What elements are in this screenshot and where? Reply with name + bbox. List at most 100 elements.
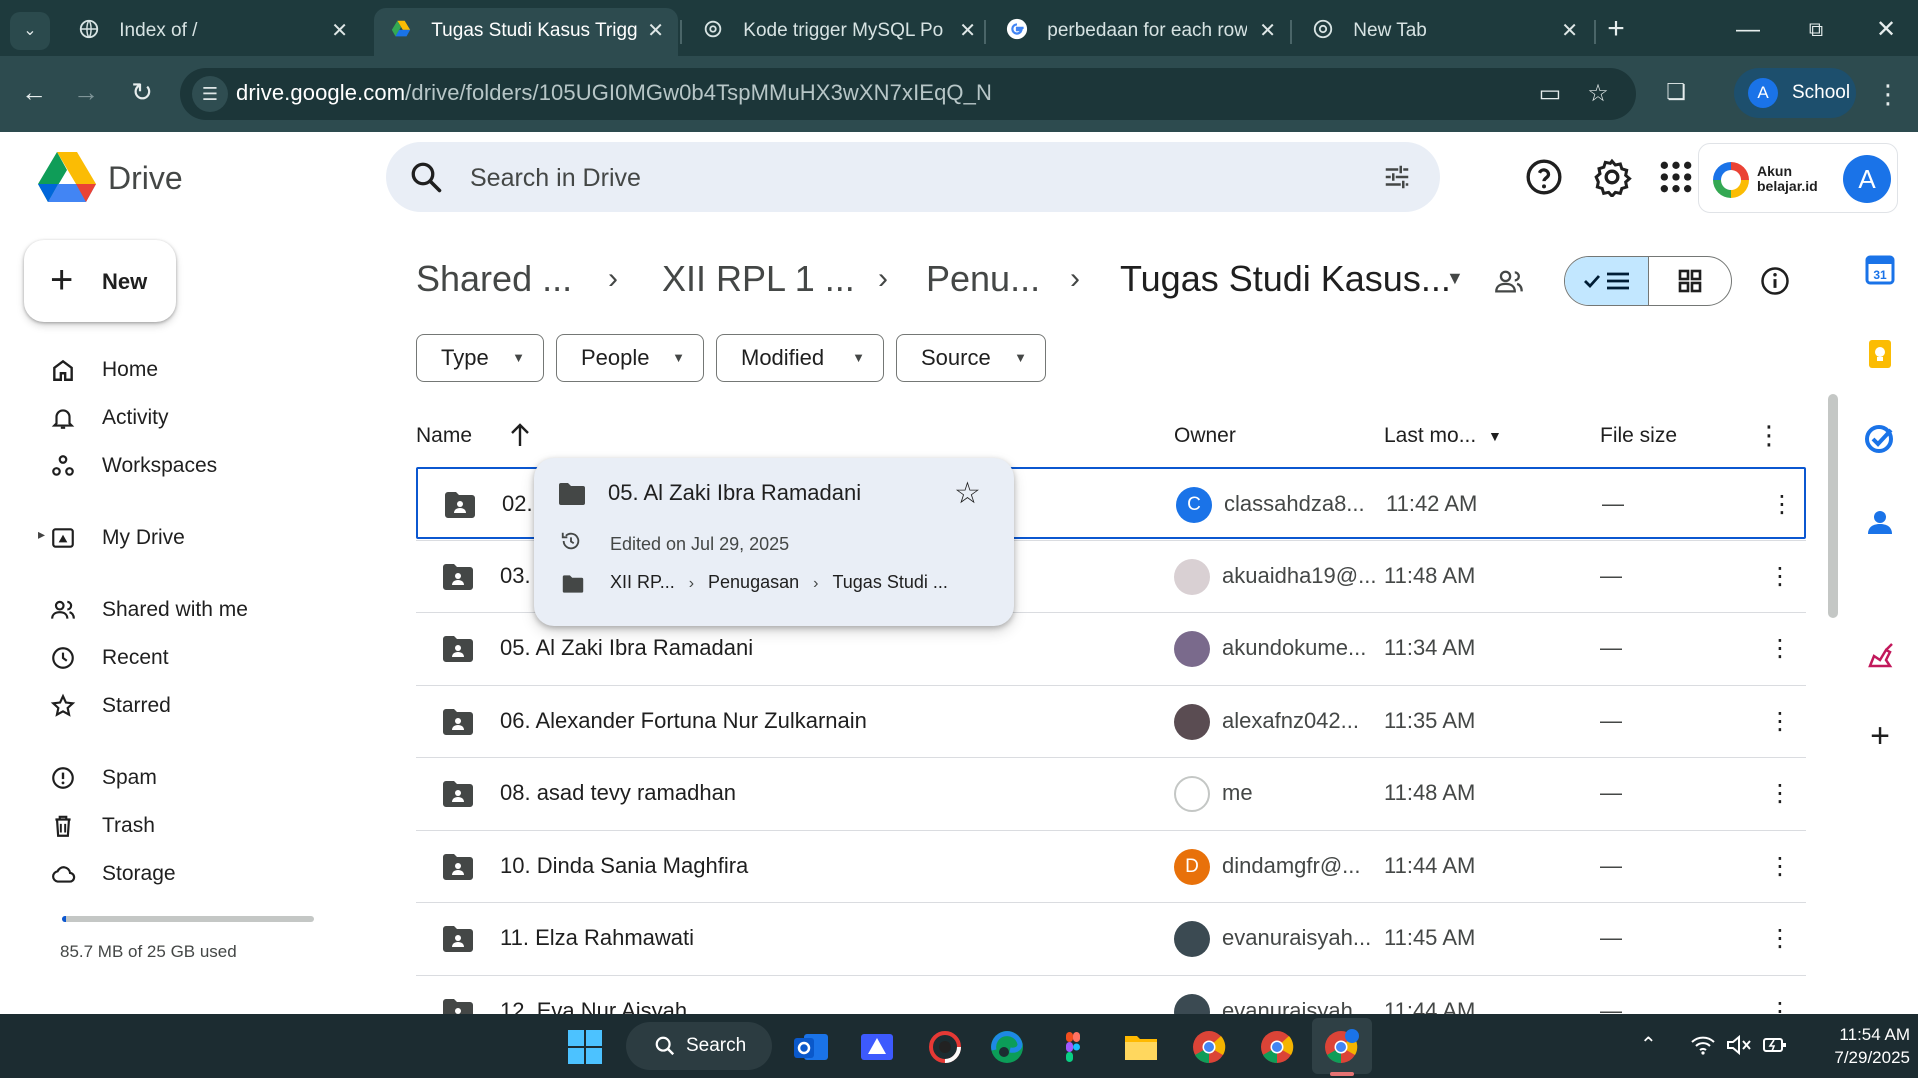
grid-view-button[interactable] (1649, 257, 1731, 305)
address-bar[interactable]: ☰ drive.google.com/drive/folders/105UGI0… (180, 68, 1636, 120)
tab-search-menu-button[interactable]: ⌄ (10, 12, 50, 50)
tab-drive-folder[interactable]: Tugas Studi Kasus Trigger ✕ (374, 8, 678, 56)
row-more-actions-icon[interactable]: ⋮ (1762, 774, 1798, 814)
get-add-ons-plus-icon[interactable]: + (1864, 719, 1896, 753)
profile-chip[interactable]: A School (1734, 68, 1856, 118)
edge-browser-icon[interactable] (988, 1028, 1026, 1066)
filter-people-chip[interactable]: People ▼ (556, 334, 704, 382)
path-segment[interactable]: Penugasan (708, 572, 799, 592)
outlook-icon[interactable] (792, 1028, 830, 1066)
sidebar-item-home[interactable]: Home (0, 346, 370, 394)
breadcrumb-item[interactable]: XII RPL 1 ... (662, 258, 855, 300)
account-switcher[interactable]: Akun belajar.id A (1698, 143, 1898, 213)
file-name[interactable]: 11. Elza Rahmawati (500, 925, 694, 951)
extensions-icon[interactable]: ❏ (1656, 72, 1696, 112)
scanner-app-icon[interactable] (858, 1028, 896, 1066)
scrollbar[interactable] (1828, 394, 1838, 618)
path-segment[interactable]: Tugas Studi ... (832, 572, 947, 592)
new-button[interactable]: + New (24, 240, 176, 322)
site-info-icon[interactable]: ☰ (192, 76, 228, 112)
windows-start-icon[interactable] (566, 1028, 604, 1066)
reload-icon[interactable]: ↻ (122, 72, 162, 112)
sort-ascending-arrow-icon[interactable] (508, 422, 532, 448)
forward-icon[interactable]: → (66, 72, 106, 112)
chrome-icon[interactable] (1258, 1028, 1296, 1066)
figma-icon[interactable] (1054, 1028, 1092, 1066)
column-header-last-modified[interactable]: Last mo... (1384, 424, 1476, 448)
file-name[interactable]: 02. (502, 491, 533, 517)
minimize-icon[interactable]: — (1728, 10, 1768, 50)
sidebar-item-recent[interactable]: Recent (0, 634, 370, 682)
battery-charging-icon[interactable] (1762, 1034, 1788, 1056)
file-name[interactable]: 05. Al Zaki Ibra Ramadani (500, 635, 753, 661)
file-name[interactable]: 10. Dinda Sania Maghfira (500, 853, 748, 879)
breadcrumb-item[interactable]: Shared ... (416, 258, 572, 300)
list-view-button[interactable] (1565, 257, 1649, 305)
google-tasks-icon[interactable] (1864, 422, 1896, 454)
filter-source-chip[interactable]: Source ▼ (896, 334, 1046, 382)
file-name[interactable]: 08. asad tevy ramadhan (500, 780, 736, 806)
app-title[interactable]: Drive (108, 160, 183, 197)
settings-gear-icon[interactable] (1592, 157, 1632, 197)
google-apps-grid-icon[interactable] (1656, 157, 1696, 197)
sidebar-item-storage[interactable]: Storage (0, 850, 370, 898)
file-name[interactable]: 03. (500, 563, 531, 589)
tab-chatgpt[interactable]: Kode trigger MySQL Post ✕ (686, 8, 990, 56)
volume-muted-icon[interactable] (1726, 1034, 1752, 1056)
file-row[interactable]: 08. asad tevy ramadhan me 11:48 AM — ⋮ (416, 758, 1806, 830)
sort-dropdown-caret-icon[interactable]: ▼ (1488, 428, 1502, 444)
unicorn-addon-icon[interactable] (1864, 640, 1896, 672)
file-row[interactable]: 11. Elza Rahmawati evanuraisyah... 11:45 A… (416, 903, 1806, 975)
info-icon[interactable] (1760, 266, 1790, 296)
search-options-icon[interactable] (1382, 162, 1412, 192)
taskbar-search-button[interactable]: Search (626, 1022, 772, 1070)
file-name[interactable]: 06. Alexander Fortuna Nur Zulkarnain (500, 708, 867, 734)
google-contacts-icon[interactable] (1864, 506, 1896, 538)
column-header-file-size[interactable]: File size (1600, 424, 1677, 448)
close-tab-icon[interactable]: ✕ (1259, 8, 1276, 54)
sidebar-item-activity[interactable]: Activity (0, 394, 370, 442)
column-options-kebab-icon[interactable]: ⋮ (1756, 420, 1782, 451)
sidebar-item-my-drive[interactable]: ▸ My Drive (0, 514, 370, 562)
close-window-icon[interactable]: ✕ (1866, 10, 1906, 50)
tab-index[interactable]: Index of / ✕ (62, 8, 362, 56)
google-keep-icon[interactable] (1864, 338, 1896, 370)
file-explorer-icon[interactable] (1122, 1028, 1160, 1066)
row-more-actions-icon[interactable]: ⋮ (1762, 702, 1798, 742)
show-hidden-icons-chevron-icon[interactable]: ⌃ (1640, 1032, 1657, 1057)
row-more-actions-icon[interactable]: ⋮ (1762, 919, 1798, 959)
wifi-icon[interactable] (1690, 1034, 1716, 1056)
url-text[interactable]: drive.google.com/drive/folders/105UGI0MG… (236, 80, 992, 106)
tab-new-tab[interactable]: New Tab ✕ (1296, 8, 1592, 56)
row-more-actions-icon[interactable]: ⋮ (1764, 485, 1800, 525)
davinci-resolve-icon[interactable] (926, 1028, 964, 1066)
file-row[interactable]: 10. Dinda Sania Maghfira Ddindamgfr@... 11… (416, 831, 1806, 903)
filter-type-chip[interactable]: Type ▼ (416, 334, 544, 382)
browser-menu-icon[interactable]: ⋮ (1868, 74, 1908, 114)
close-tab-icon[interactable]: ✕ (959, 8, 976, 54)
close-tab-icon[interactable]: ✕ (331, 8, 348, 54)
folder-menu-caret-icon[interactable]: ▼ (1446, 268, 1464, 289)
bookmark-star-icon[interactable]: ☆ (1582, 78, 1614, 110)
restore-icon[interactable]: ⧉ (1796, 10, 1836, 50)
search-icon[interactable] (408, 159, 444, 195)
breadcrumb-current-folder[interactable]: Tugas Studi Kasus... (1120, 258, 1451, 300)
expand-caret-icon[interactable]: ▸ (38, 526, 45, 543)
filter-modified-chip[interactable]: Modified ▼ (716, 334, 884, 382)
tab-google-search[interactable]: perbedaan for each row v ✕ (990, 8, 1290, 56)
google-drive-logo[interactable] (38, 152, 96, 202)
account-avatar[interactable]: A (1843, 155, 1891, 203)
search-bar[interactable]: Search in Drive (386, 142, 1440, 212)
chrome-school-profile-icon[interactable] (1322, 1028, 1360, 1066)
file-row[interactable]: 06. Alexander Fortuna Nur Zulkarnain alex… (416, 686, 1806, 758)
star-outline-icon[interactable]: ☆ (954, 476, 981, 511)
sidebar-item-trash[interactable]: Trash (0, 802, 370, 850)
close-tab-icon[interactable]: ✕ (1561, 8, 1578, 54)
manage-access-people-icon[interactable] (1494, 268, 1524, 294)
sidebar-item-shared-with-me[interactable]: Shared with me (0, 586, 370, 634)
hover-card-title[interactable]: 05. Al Zaki Ibra Ramadani (608, 480, 861, 506)
row-more-actions-icon[interactable]: ⋮ (1762, 629, 1798, 669)
sidebar-item-spam[interactable]: Spam (0, 754, 370, 802)
column-header-owner[interactable]: Owner (1174, 424, 1236, 448)
new-tab-button[interactable]: + (1596, 10, 1636, 50)
